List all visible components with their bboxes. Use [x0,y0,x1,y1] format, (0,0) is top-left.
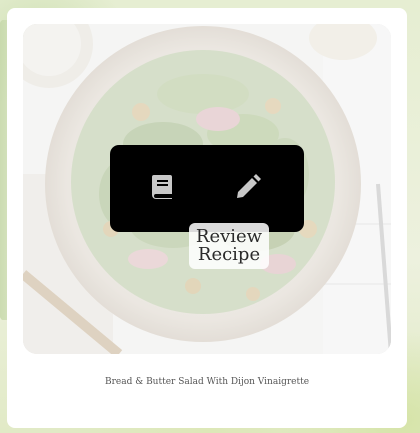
review-recipe-button[interactable] [144,169,180,205]
tooltip-line-2: Recipe [197,244,261,265]
book-icon [152,175,172,199]
recipe-title[interactable]: Bread & Butter Salad With Dijon Vinaigre… [7,377,407,387]
edit-recipe-button[interactable] [230,169,266,205]
recipe-photo: Review Recipe [23,24,391,354]
recipe-actions-panel [110,145,304,232]
review-recipe-tooltip: Review Recipe [189,223,269,269]
recipe-card[interactable]: Review Recipe Bread & Butter Salad With … [7,8,407,428]
pencil-icon [237,174,261,198]
